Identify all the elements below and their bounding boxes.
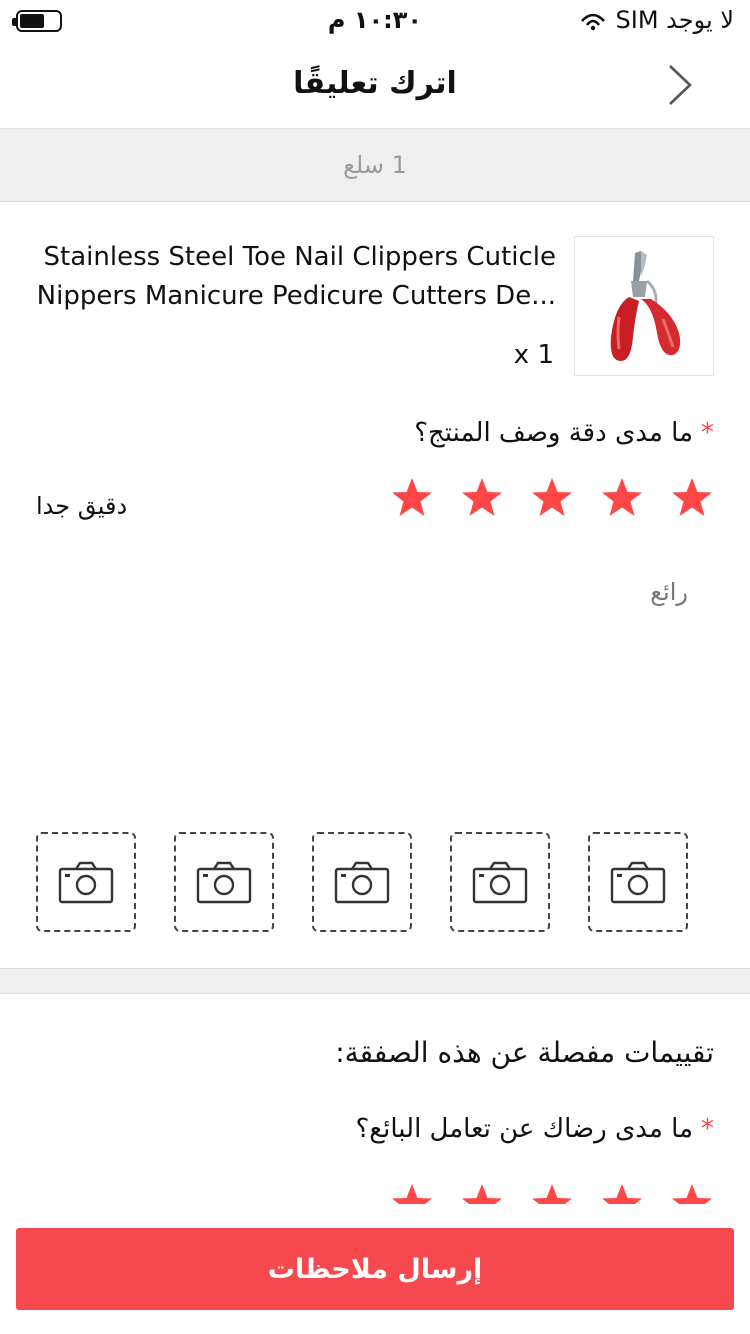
photo-upload-row: [36, 832, 688, 932]
star-icon[interactable]: [670, 476, 714, 520]
camera-icon: [610, 861, 666, 904]
seller-question-label: ما مدى رضاك عن تعامل البائع؟: [355, 1114, 694, 1144]
accuracy-rating-label: دقيق جدا: [36, 492, 128, 520]
wifi-icon: [580, 13, 605, 31]
nav-bar: اترك تعليقًا: [0, 42, 750, 128]
page-title: اترك تعليقًا: [293, 66, 457, 101]
camera-icon: [58, 861, 114, 904]
star-icon[interactable]: [600, 476, 644, 520]
product-title: Stainless Steel Toe Nail Clippers Cuticl…: [36, 242, 556, 311]
product-quantity: x 1: [513, 340, 554, 370]
carrier-label: لا يوجد SIM: [615, 6, 735, 34]
required-mark: *: [701, 418, 714, 448]
accuracy-star-rating[interactable]: [390, 476, 714, 520]
photo-upload-slot[interactable]: [174, 832, 274, 932]
accuracy-question-label: ما مدى دقة وصف المنتج؟: [414, 418, 693, 448]
photo-upload-slot[interactable]: [588, 832, 688, 932]
product-thumbnail[interactable]: [574, 236, 714, 376]
photo-upload-slot[interactable]: [450, 832, 550, 932]
detailed-ratings-title: تقييمات مفصلة عن هذه الصفقة:: [335, 1036, 714, 1069]
submit-feedback-button[interactable]: إرسال ملاحظات: [16, 1228, 734, 1310]
review-comment-input[interactable]: رائع: [650, 578, 688, 606]
camera-icon: [196, 861, 252, 904]
status-carrier: لا يوجد SIM: [578, 6, 735, 34]
required-mark: *: [701, 1114, 714, 1144]
camera-icon: [334, 861, 390, 904]
status-bar: ١٠:٣٠ م لا يوجد SIM: [0, 0, 750, 42]
camera-icon: [472, 861, 528, 904]
star-icon[interactable]: [390, 476, 434, 520]
star-icon[interactable]: [460, 476, 504, 520]
photo-upload-slot[interactable]: [36, 832, 136, 932]
nail-clipper-image: [610, 251, 681, 361]
seller-question: *ما مدى رضاك عن تعامل البائع؟: [356, 1114, 715, 1144]
star-icon[interactable]: [530, 476, 574, 520]
section-divider: [0, 968, 750, 994]
item-count: 1 سلع: [343, 151, 407, 179]
accuracy-question: * ما مدى دقة وصف المنتج؟: [414, 418, 714, 448]
chevron-right-icon[interactable]: [660, 62, 700, 108]
bottom-bar: إرسال ملاحظات: [0, 1204, 750, 1334]
item-count-band: 1 سلع: [0, 128, 750, 202]
photo-upload-slot[interactable]: [312, 832, 412, 932]
